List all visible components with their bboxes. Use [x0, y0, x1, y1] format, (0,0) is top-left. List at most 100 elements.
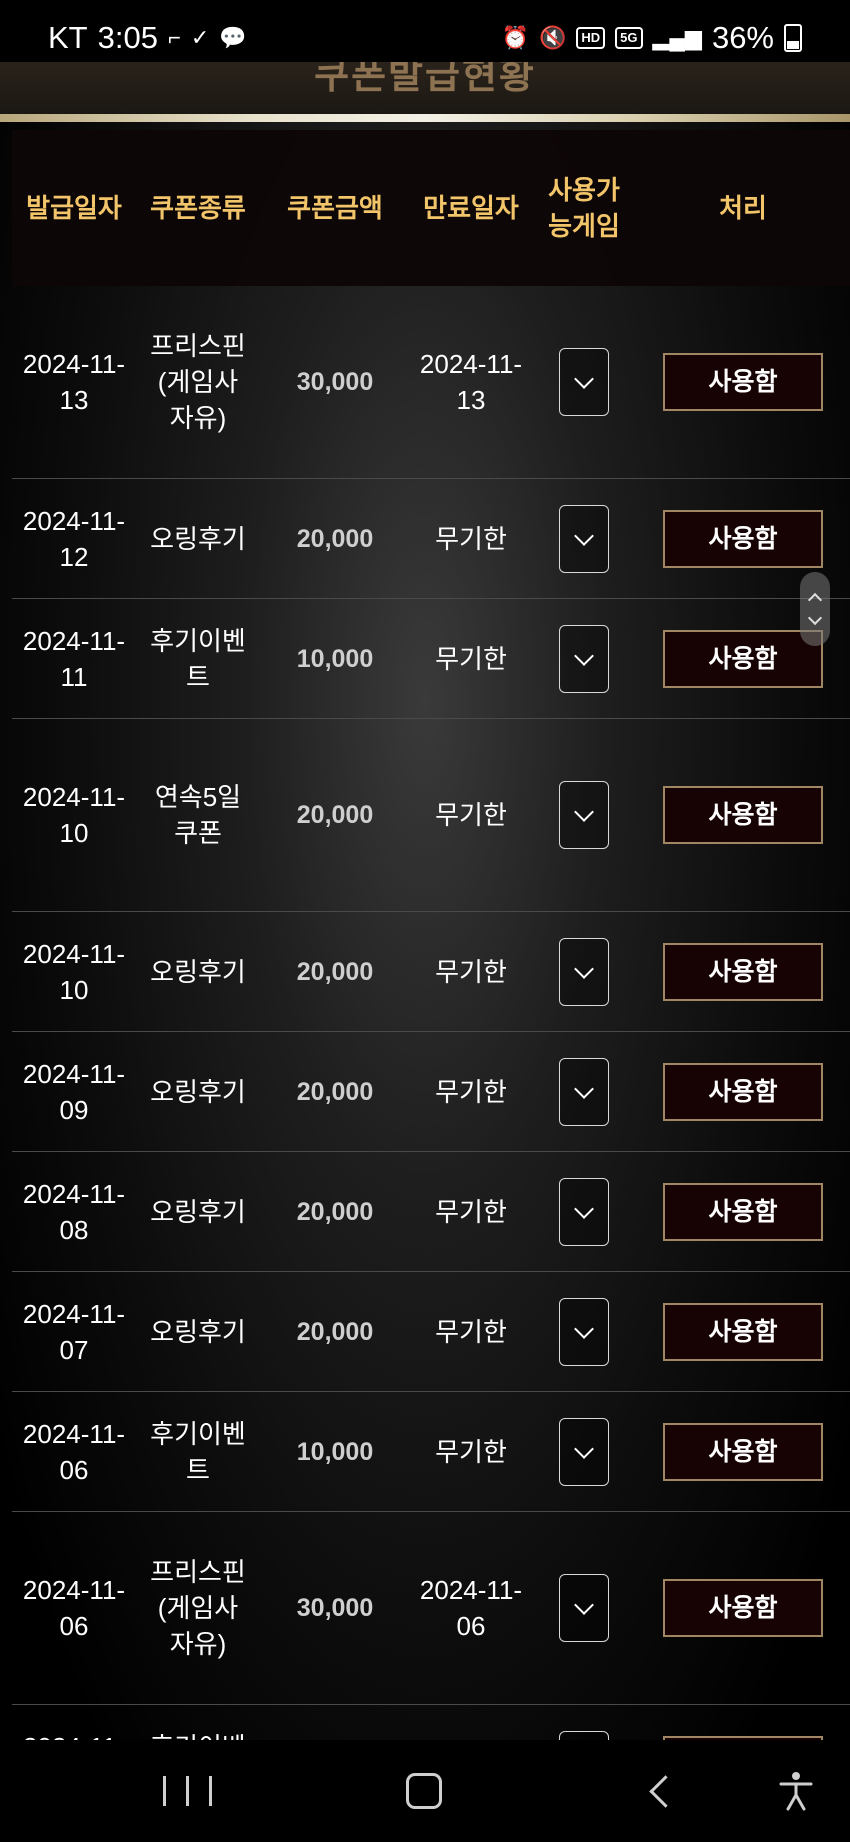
- accessibility-button[interactable]: [774, 1740, 818, 1842]
- cell-amount: 10,000: [296, 644, 374, 673]
- cell-issue-date: 2024-11-11: [22, 625, 126, 692]
- cell-action: 사용함: [636, 353, 850, 411]
- table-row: 2024-11-06 프리스핀 (게임사 자유) 30,000 2024-11-06 사…: [12, 1512, 850, 1705]
- use-coupon-button[interactable]: 사용함: [663, 1422, 823, 1481]
- cell-coupon-type: 프리스핀 (게임사 자유): [150, 331, 246, 433]
- cell-game: [532, 504, 636, 573]
- cell-expiry: 2024-11-06: [419, 1575, 523, 1641]
- game-select-dropdown[interactable]: [559, 781, 609, 849]
- cell-game: [532, 1057, 636, 1126]
- use-coupon-button[interactable]: 사용함: [663, 786, 823, 844]
- chevron-down-icon: [574, 958, 594, 979]
- battery-percent: 36%: [711, 20, 774, 55]
- gold-divider: [0, 114, 850, 122]
- use-coupon-button[interactable]: 사용함: [663, 1579, 823, 1637]
- use-coupon-button[interactable]: 사용함: [663, 629, 823, 688]
- cell-action: 사용함: [636, 786, 850, 844]
- scroll-thumb[interactable]: [800, 572, 830, 646]
- cell-coupon-type: 오링후기: [150, 1196, 246, 1227]
- use-coupon-button[interactable]: 사용함: [663, 509, 823, 568]
- cell-issue-date: 2024-11-10: [22, 782, 126, 848]
- volte-icon: ✓: [190, 25, 210, 50]
- back-button[interactable]: [640, 1740, 690, 1842]
- chevron-down-icon: [574, 525, 594, 546]
- use-coupon-button[interactable]: 사용함: [663, 1062, 823, 1121]
- cell-issue-date: 2024-11-07: [22, 1298, 126, 1365]
- cell-expiry: 무기한: [435, 800, 507, 830]
- header-expiry: 만료일자: [423, 193, 519, 223]
- chevron-down-icon: [807, 610, 823, 626]
- cell-action: 사용함: [636, 1579, 850, 1637]
- mute-icon: 🔇: [538, 25, 567, 50]
- cell-game: [532, 348, 636, 416]
- header-coupon-type: 쿠폰종류: [150, 193, 246, 223]
- coupon-table: 발급일자 쿠폰종류 쿠폰금액 만료일자 사용가능게임 처리 2024-11-13…: [12, 130, 850, 1825]
- cell-amount: 20,000: [296, 1077, 374, 1106]
- cell-action: 사용함: [636, 509, 850, 568]
- header-action: 처리: [719, 193, 767, 223]
- cell-expiry: 무기한: [435, 1196, 507, 1227]
- cell-coupon-type: 후기이벤트: [150, 625, 246, 692]
- chevron-down-icon: [574, 645, 594, 666]
- cell-expiry: 무기한: [435, 956, 507, 987]
- cell-coupon-type: 후기이벤트: [150, 1418, 246, 1485]
- cell-amount: 30,000: [296, 368, 374, 396]
- cell-expiry: 무기한: [435, 523, 507, 554]
- chevron-down-icon: [574, 1595, 594, 1615]
- home-icon: [406, 1773, 442, 1809]
- cell-issue-date: 2024-11-12: [22, 505, 126, 572]
- chevron-down-icon: [574, 369, 594, 389]
- use-coupon-button[interactable]: 사용함: [663, 942, 823, 1001]
- table-row: 2024-11-13 프리스핀 (게임사 자유) 30,000 2024-11-13 사…: [12, 286, 850, 479]
- cell-expiry: 무기한: [435, 1316, 507, 1347]
- status-left: KT 3:05 ⌐ ✓ 💬: [48, 20, 247, 56]
- status-right: ⏰ 🔇 HD 5G ▂▄▆ 36%: [502, 20, 802, 56]
- game-select-dropdown[interactable]: [559, 348, 609, 416]
- chevron-up-icon: [807, 592, 823, 608]
- battery-icon: [784, 24, 802, 52]
- cell-game: [532, 1177, 636, 1246]
- table-row: 2024-11-09 오링후기 20,000 무기한 사용함: [12, 1032, 850, 1152]
- cell-issue-date: 2024-11-09: [22, 1058, 126, 1125]
- signal-icon: ▂▄▆: [652, 25, 702, 50]
- cell-issue-date: 2024-11-13: [22, 349, 126, 415]
- cell-coupon-type: 오링후기: [150, 956, 246, 987]
- cell-amount: 20,000: [296, 524, 374, 553]
- navigation-bar: [0, 1740, 850, 1842]
- cell-amount: 20,000: [296, 1317, 374, 1346]
- cell-action: 사용함: [636, 1302, 850, 1361]
- header-amount: 쿠폰금액: [287, 193, 383, 223]
- cell-amount: 30,000: [296, 1594, 374, 1622]
- cell-game: [532, 937, 636, 1006]
- clock: 3:05: [97, 20, 158, 55]
- chevron-down-icon: [574, 1318, 594, 1339]
- hd-badge: HD: [576, 27, 606, 49]
- recent-apps-icon-bar: [185, 1776, 189, 1806]
- game-select-dropdown[interactable]: [559, 1417, 609, 1486]
- page-title: 쿠폰발급현황: [314, 62, 536, 97]
- alarm-icon: ⏰: [501, 25, 529, 50]
- game-select-dropdown[interactable]: [559, 1297, 609, 1366]
- use-coupon-button[interactable]: 사용함: [663, 1182, 823, 1241]
- game-select-dropdown[interactable]: [559, 1574, 609, 1642]
- table-row: 2024-11-12 오링후기 20,000 무기한 사용함: [12, 479, 850, 599]
- cell-action: 사용함: [636, 1182, 850, 1241]
- game-select-dropdown[interactable]: [559, 504, 609, 573]
- cell-coupon-type: 프리스핀 (게임사 자유): [150, 1557, 246, 1659]
- cell-coupon-type: 오링후기: [150, 523, 246, 554]
- game-select-dropdown[interactable]: [559, 1177, 609, 1246]
- game-select-dropdown[interactable]: [559, 1057, 609, 1126]
- game-select-dropdown[interactable]: [559, 937, 609, 1006]
- cell-expiry: 무기한: [435, 1076, 507, 1107]
- game-select-dropdown[interactable]: [559, 624, 609, 693]
- cell-game: [532, 624, 636, 693]
- cell-issue-date: 2024-11-06: [22, 1418, 126, 1485]
- home-button[interactable]: [396, 1740, 452, 1842]
- table-row: 2024-11-07 오링후기 20,000 무기한 사용함: [12, 1272, 850, 1392]
- use-coupon-button[interactable]: 사용함: [663, 353, 823, 411]
- cell-issue-date: 2024-11-10: [22, 938, 126, 1005]
- table-row: 2024-11-06 후기이벤트 10,000 무기한 사용함: [12, 1392, 850, 1512]
- use-coupon-button[interactable]: 사용함: [663, 1302, 823, 1361]
- recent-apps-button[interactable]: [152, 1740, 222, 1842]
- cell-issue-date: 2024-11-08: [22, 1178, 126, 1245]
